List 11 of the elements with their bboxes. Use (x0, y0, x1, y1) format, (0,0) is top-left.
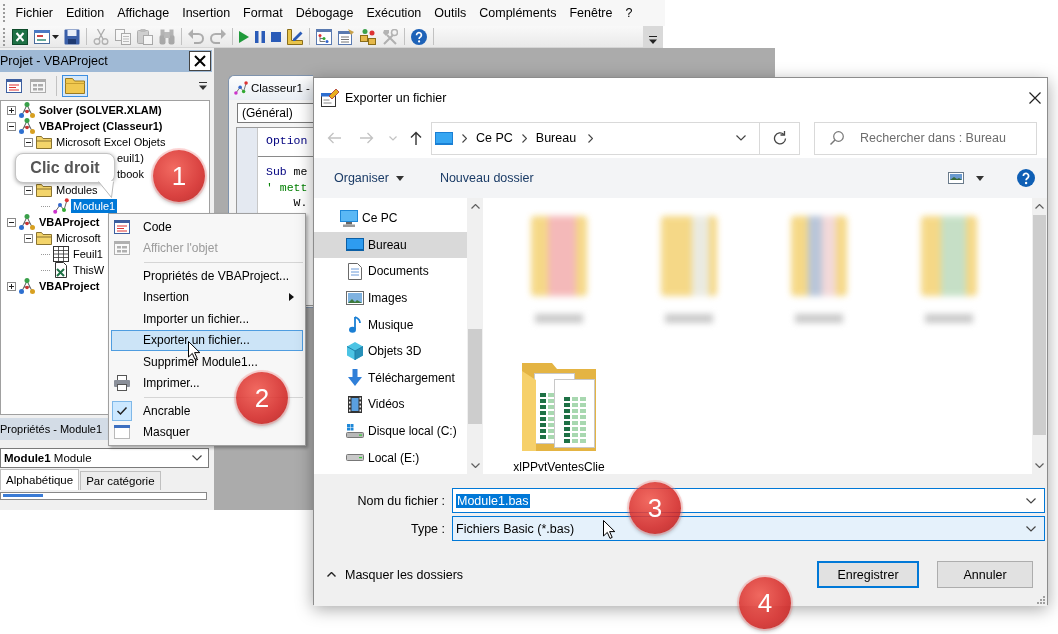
pane-title: Propriétés - Module1 (0, 423, 103, 435)
field-label: Nom du fichier : (357, 493, 445, 508)
pane-title: Projet - VBAProject (0, 54, 108, 68)
step-number-badge: 4 (739, 577, 791, 629)
window-title: Classeur1 - (251, 82, 310, 94)
code-line: Option (266, 133, 309, 149)
code-line: W. (292, 195, 309, 211)
code-line: ' mett (266, 179, 309, 195)
field-label: Type : (410, 521, 445, 536)
dialog-title: Exporter un fichier (345, 91, 447, 105)
code-line: Sub me (266, 164, 309, 180)
